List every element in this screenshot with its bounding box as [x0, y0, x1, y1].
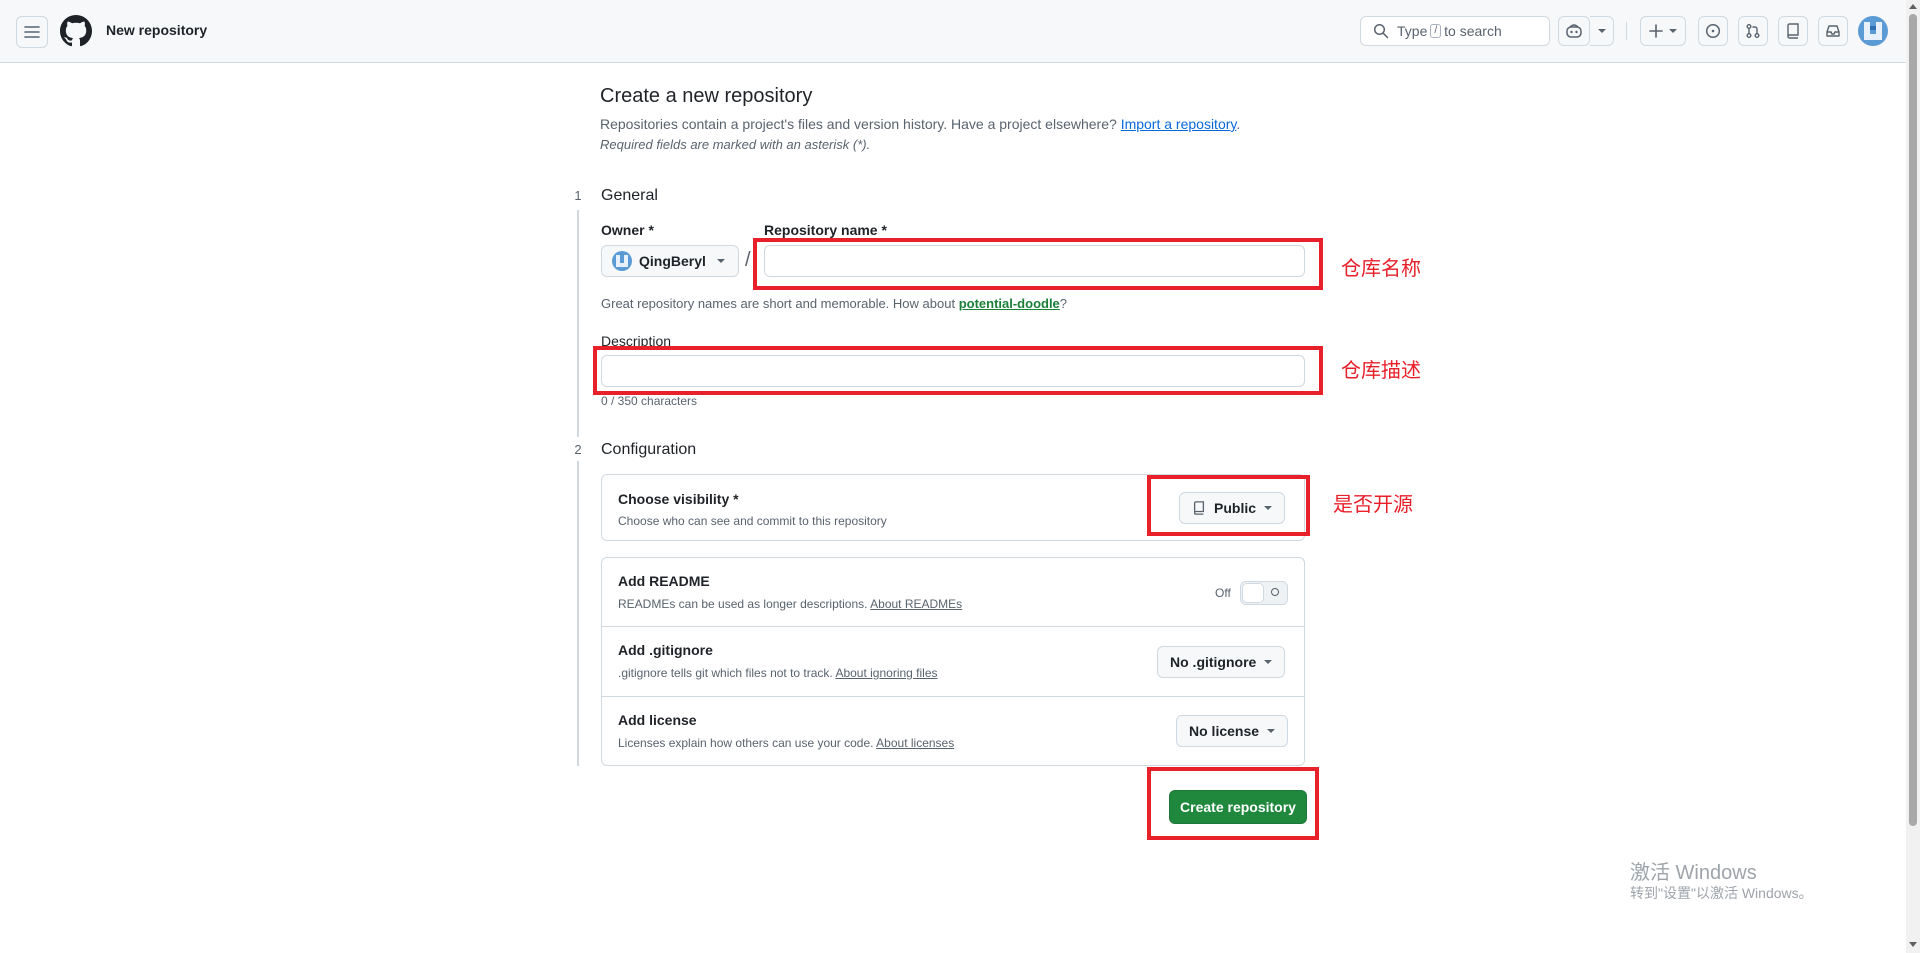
owner-repo-separator: / — [745, 249, 751, 271]
description-annotation: 仓库描述 — [1341, 358, 1421, 382]
owner-label: Owner * — [601, 222, 654, 238]
copilot-button[interactable] — [1558, 16, 1590, 46]
visibility-highlight-box — [1147, 475, 1310, 536]
search-shortcut-key: / — [1430, 24, 1442, 38]
license-value: No license — [1189, 723, 1260, 739]
owner-avatar — [612, 251, 632, 271]
create-new-button[interactable] — [1640, 16, 1686, 46]
readme-desc-text: READMEs can be used as longer descriptio… — [618, 597, 868, 611]
repository-name-label: Repository name * — [764, 222, 887, 238]
general-section-title: General — [601, 187, 658, 204]
gitignore-title: Add .gitignore — [618, 642, 713, 658]
windows-activation-hint: 转到"设置"以激活 Windows。 — [1630, 885, 1813, 901]
repo-name-annotation: 仓库名称 — [1341, 256, 1421, 280]
owner-value: QingBeryl — [639, 253, 706, 269]
readme-title: Add README — [618, 573, 710, 589]
required-fields-note: Required fields are marked with an aster… — [600, 137, 871, 152]
inbox-button[interactable] — [1818, 16, 1848, 46]
windows-activation-title: 激活 Windows — [1630, 862, 1757, 884]
github-logo-icon[interactable] — [60, 15, 92, 47]
scroll-up-icon[interactable] — [1909, 4, 1917, 9]
create-button-highlight-box — [1147, 767, 1319, 840]
hint-text: Great repository names are short and mem… — [601, 296, 956, 311]
gitignore-value: No .gitignore — [1170, 654, 1257, 670]
about-licenses-link[interactable]: About licenses — [876, 736, 954, 750]
repository-options-panel: Add README READMEs can be used as longer… — [601, 557, 1305, 766]
step-number-1: 1 — [566, 183, 590, 207]
scroll-down-icon[interactable] — [1909, 942, 1917, 947]
visibility-description: Choose who can see and commit to this re… — [618, 514, 887, 528]
name-suggestion-link[interactable]: potential-doodle — [959, 296, 1060, 311]
chevron-down-icon — [1597, 29, 1606, 33]
subtitle-text: Repositories contain a project's files a… — [600, 116, 1117, 132]
subtitle-end: . — [1236, 116, 1241, 132]
import-repository-link[interactable]: Import a repository — [1121, 116, 1237, 132]
license-title: Add license — [618, 712, 697, 728]
page-context-title[interactable]: New repository — [106, 22, 207, 38]
copilot-icon — [1565, 23, 1583, 39]
step-rail — [577, 210, 579, 766]
gitignore-select[interactable]: No .gitignore — [1157, 646, 1286, 678]
license-select[interactable]: No license — [1176, 715, 1289, 747]
license-desc-text: Licenses explain how others can use your… — [618, 736, 874, 750]
visibility-title: Choose visibility * — [618, 491, 739, 507]
step-number-2: 2 — [566, 437, 590, 461]
gitignore-desc-text: .gitignore tells git which files not to … — [618, 666, 833, 680]
chevron-down-icon — [1264, 660, 1273, 664]
page-subtitle: Repositories contain a project's files a… — [600, 116, 1240, 132]
chevron-down-icon — [716, 259, 725, 263]
readme-description: READMEs can be used as longer descriptio… — [618, 597, 962, 611]
gitignore-row: Add .gitignore .gitignore tells git whic… — [602, 627, 1304, 697]
toggle-knob — [1242, 583, 1264, 603]
plus-icon — [1649, 24, 1663, 38]
search-prefix: Type — [1397, 23, 1428, 39]
repositories-button[interactable] — [1778, 16, 1808, 46]
issue-opened-icon — [1705, 23, 1721, 39]
issues-button[interactable] — [1698, 16, 1728, 46]
search-input[interactable]: Type / to search — [1360, 16, 1550, 46]
readme-row: Add README READMEs can be used as longer… — [602, 558, 1304, 627]
configuration-section-title: Configuration — [601, 441, 697, 458]
description-char-counter: 0 / 350 characters — [601, 394, 698, 408]
readme-toggle[interactable] — [1240, 581, 1288, 605]
description-highlight-box — [593, 346, 1323, 395]
visibility-annotation: 是否开源 — [1333, 492, 1413, 516]
about-readmes-link[interactable]: About READMEs — [870, 597, 962, 611]
header-divider — [1626, 22, 1627, 40]
license-row: Add license Licenses explain how others … — [602, 697, 1304, 766]
chevron-down-icon — [1267, 729, 1276, 733]
hint-suffix: ? — [1059, 296, 1068, 311]
page-title: Create a new repository — [600, 85, 813, 107]
repo-name-highlight-box — [753, 238, 1323, 290]
inbox-icon — [1825, 23, 1841, 39]
repository-name-hint: Great repository names are short and mem… — [601, 296, 1067, 311]
copilot-menu-button[interactable] — [1590, 16, 1614, 46]
readme-toggle-state: Off — [1215, 586, 1231, 600]
chevron-down-icon — [1669, 29, 1677, 33]
user-avatar[interactable] — [1858, 16, 1888, 46]
repo-icon — [1785, 23, 1801, 39]
about-ignoring-files-link[interactable]: About ignoring files — [835, 666, 937, 680]
search-icon — [1373, 23, 1389, 39]
gitignore-description: .gitignore tells git which files not to … — [618, 666, 938, 680]
toggle-off-icon — [1271, 588, 1279, 596]
pull-requests-button[interactable] — [1738, 16, 1768, 46]
menu-icon[interactable] — [16, 16, 48, 48]
global-header: New repository Type / to search — [0, 0, 1906, 63]
owner-select[interactable]: QingBeryl — [601, 245, 739, 277]
license-description: Licenses explain how others can use your… — [618, 736, 954, 750]
scrollbar-thumb[interactable] — [1909, 14, 1917, 826]
git-pull-request-icon — [1745, 23, 1761, 39]
search-suffix: to search — [1444, 23, 1502, 39]
